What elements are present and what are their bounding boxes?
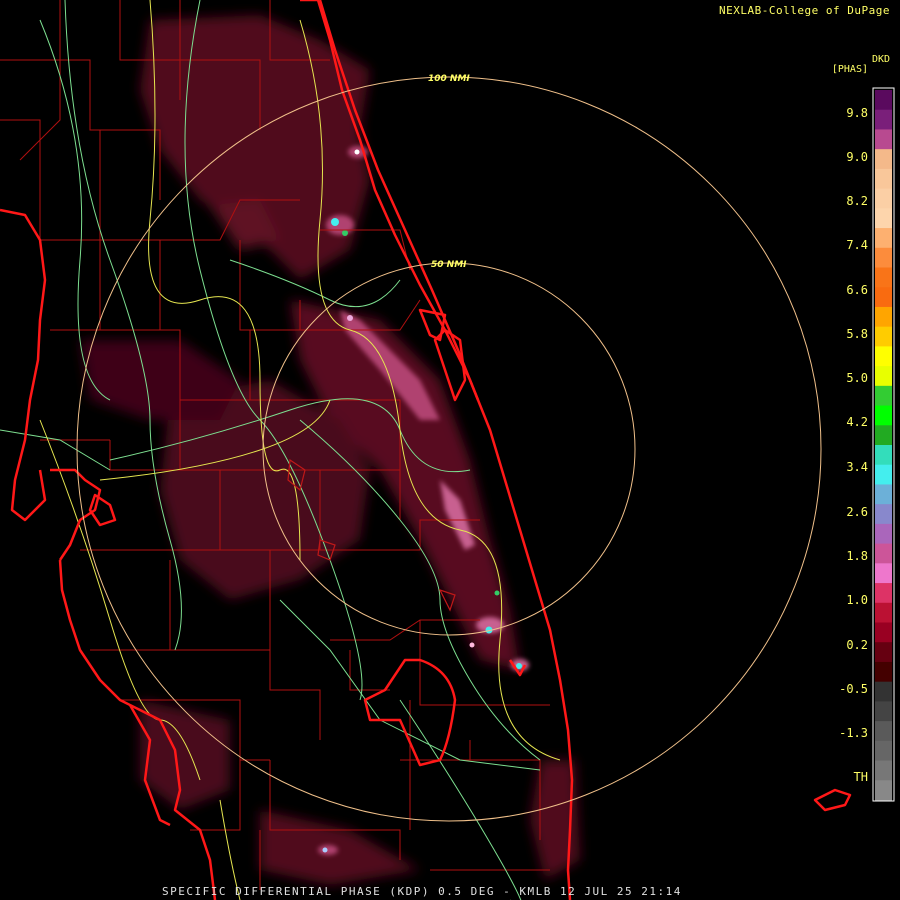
colorbar-cell bbox=[875, 109, 892, 130]
colorbar-cell bbox=[875, 267, 892, 288]
colorbar-cell bbox=[875, 326, 892, 347]
colorbar-cell bbox=[875, 464, 892, 485]
colorbar-cell bbox=[875, 563, 892, 584]
ring-label-100: 100 NMI bbox=[428, 74, 470, 84]
colorbar-cell bbox=[875, 129, 892, 150]
colorbar-cell bbox=[875, 740, 892, 762]
colorbar-cell bbox=[875, 583, 892, 604]
colorbar-cell bbox=[875, 701, 892, 722]
colorbar-label: 2.6 bbox=[846, 505, 868, 519]
colorbar-cell bbox=[875, 661, 892, 683]
colorbar-label: 5.8 bbox=[846, 327, 868, 341]
colorbar-cell bbox=[875, 90, 892, 111]
colorbar-cell bbox=[875, 602, 892, 623]
colorbar-cell bbox=[875, 721, 892, 742]
colorbar-label: 7.4 bbox=[846, 238, 868, 252]
colorbar-label: 8.2 bbox=[846, 194, 868, 208]
colorbar-label: 4.2 bbox=[846, 415, 868, 429]
colorbar-cell bbox=[875, 247, 892, 268]
colorbar-cell bbox=[875, 208, 892, 229]
colorbar-label: TH bbox=[853, 770, 868, 784]
colorbar-cell bbox=[875, 168, 892, 190]
colorbar-label: 3.4 bbox=[846, 460, 868, 474]
colorbar-cell bbox=[875, 228, 892, 249]
credit-text: NEXLAB-College of DuPage bbox=[719, 4, 890, 17]
colorbar-cell bbox=[875, 681, 892, 702]
colorbar-label: -1.3 bbox=[839, 726, 868, 740]
colorbar-label: 5.0 bbox=[846, 371, 868, 385]
colorbar-cells bbox=[875, 90, 892, 801]
colorbar-cell bbox=[875, 405, 892, 426]
colorbar-cell bbox=[875, 287, 892, 308]
colorbar-cell bbox=[875, 760, 892, 781]
colorbar-cell bbox=[875, 523, 892, 545]
colorbar-cell bbox=[875, 425, 892, 446]
colorbar-label: 0.2 bbox=[846, 638, 868, 652]
colorbar-cell bbox=[875, 484, 892, 505]
colorbar-cell bbox=[875, 504, 892, 525]
colorbar-cell bbox=[875, 188, 892, 209]
footer-caption: SPECIFIC DIFFERENTIAL PHASE (KDP) 0.5 DE… bbox=[162, 885, 682, 898]
colorbar-unit-left: [PHAS] bbox=[831, 64, 868, 75]
colorbar-label: 6.6 bbox=[846, 283, 868, 297]
colorbar-label: 1.8 bbox=[846, 549, 868, 563]
colorbar-cell bbox=[875, 445, 892, 466]
colorbar-label: 9.8 bbox=[846, 106, 868, 120]
colorbar-label: -0.5 bbox=[839, 682, 868, 696]
colorbar-cell bbox=[875, 306, 892, 328]
colorbar-cell bbox=[875, 642, 892, 663]
colorbar-cell bbox=[875, 149, 892, 170]
ring-label-50: 50 NMI bbox=[431, 260, 467, 270]
colorbar-cell bbox=[875, 366, 892, 387]
colorbar-cell bbox=[875, 780, 892, 801]
colorbar-cell bbox=[875, 346, 892, 367]
colorbar-cell bbox=[875, 543, 892, 564]
colorbar-unit-top: DKD bbox=[871, 54, 890, 65]
radar-map: 100 NMI 50 NMI bbox=[0, 0, 895, 900]
colorbar-label: 1.0 bbox=[846, 593, 868, 607]
colorbar-cell bbox=[875, 385, 892, 407]
colorbar-cell bbox=[875, 622, 892, 643]
colorbar-label: 9.0 bbox=[846, 150, 868, 164]
